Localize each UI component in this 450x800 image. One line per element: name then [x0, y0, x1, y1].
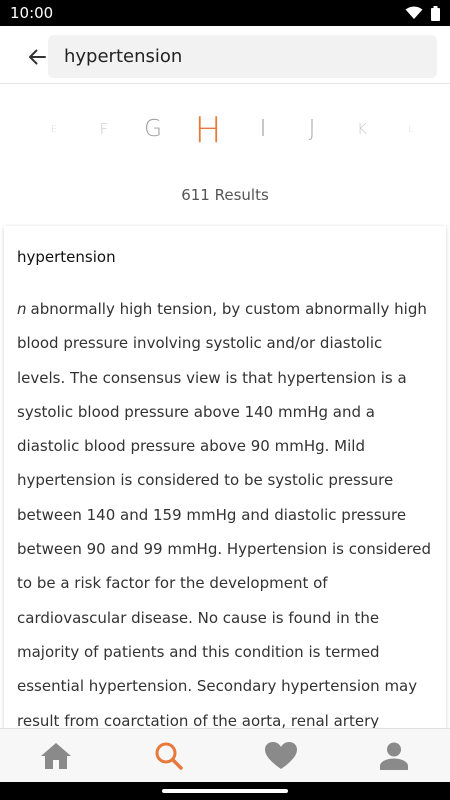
wifi-icon [405, 6, 423, 19]
home-icon [41, 742, 72, 769]
heart-icon [265, 741, 298, 769]
bottom-nav [0, 728, 450, 782]
entry-definition: n abnormally high tension, by custom abno… [17, 292, 434, 746]
letter-f[interactable]: F [100, 122, 109, 137]
letter-l[interactable]: L [408, 125, 414, 135]
search-input[interactable] [62, 45, 437, 68]
arrow-left-icon [29, 49, 46, 65]
letter-e[interactable]: E [51, 125, 57, 135]
letter-h-selected[interactable]: H [194, 113, 221, 149]
letter-g[interactable]: G [144, 118, 162, 141]
home-gesture-handle[interactable] [162, 789, 288, 793]
person-icon [379, 742, 408, 770]
definition-card[interactable]: hypertension n abnormally high tension, b… [4, 226, 446, 746]
status-bar: 10:00 [0, 0, 450, 26]
nav-favorites[interactable] [251, 732, 311, 780]
alphabet-scroller[interactable]: E F G H I J K L [0, 100, 450, 160]
entry-term: hypertension [17, 248, 116, 266]
definition-text: abnormally high tension, by custom abnor… [17, 300, 432, 746]
search-box[interactable] [48, 35, 437, 78]
status-icons [405, 5, 440, 21]
nav-home[interactable] [26, 732, 86, 780]
nav-search[interactable] [139, 732, 199, 780]
letter-i[interactable]: I [260, 118, 267, 141]
results-count: 611 Results [181, 186, 269, 204]
status-time: 10:00 [10, 4, 54, 22]
search-header [0, 26, 450, 84]
letter-j[interactable]: J [309, 118, 316, 141]
letter-k[interactable]: K [357, 122, 367, 137]
part-of-speech: n [17, 300, 27, 318]
nav-profile[interactable] [364, 732, 424, 780]
search-icon [155, 742, 183, 770]
gesture-bar [0, 782, 450, 800]
battery-icon [431, 5, 440, 21]
